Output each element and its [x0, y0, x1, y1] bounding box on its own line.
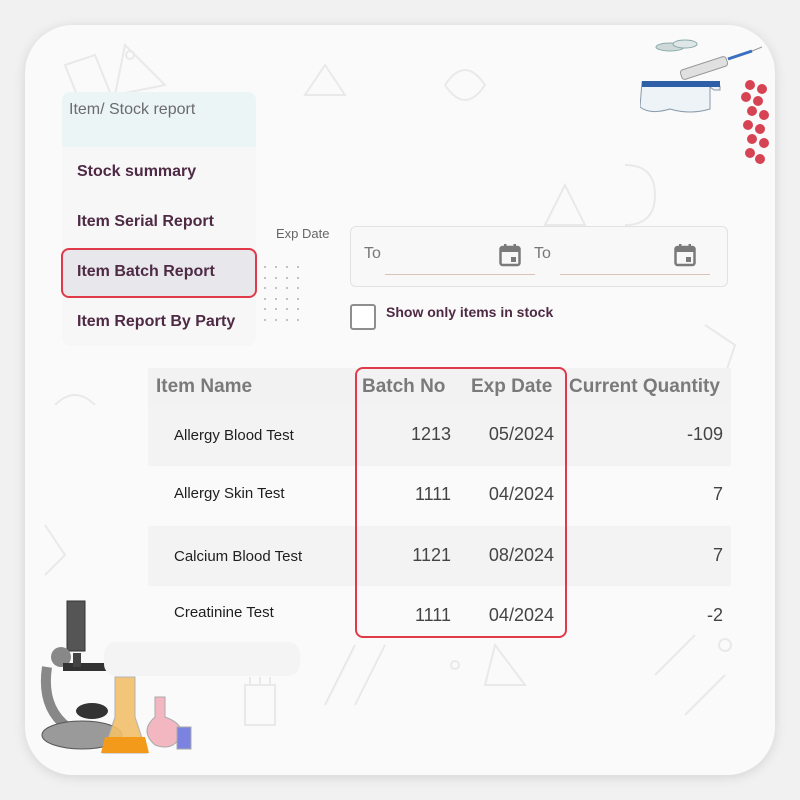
dna-helix-icon: [741, 80, 769, 164]
dot: [275, 276, 277, 279]
cell-item-name: Allergy Skin Test: [174, 485, 285, 502]
flask-icon: [101, 676, 192, 754]
empty-row-placeholder: [104, 642, 300, 676]
table-row[interactable]: Creatinine Test 1111 04/2024 -2: [148, 586, 731, 646]
table-header: Item Name Batch No Exp Date Current Quan…: [148, 368, 731, 406]
dot: [264, 297, 266, 300]
exp-date-range-box: To To: [350, 226, 728, 287]
to-field-label: To: [534, 245, 551, 262]
dot: [286, 297, 288, 300]
dot: [264, 266, 266, 268]
table-row[interactable]: Calcium Blood Test 1121 08/2024 7: [148, 526, 731, 586]
dot: [297, 318, 299, 321]
cell-item-name: Calcium Blood Test: [174, 548, 303, 565]
dot: [264, 308, 266, 310]
table-row[interactable]: Allergy Blood Test 1213 05/2024 -109: [148, 406, 731, 466]
cell-item-name: Allergy Blood Test: [174, 427, 294, 444]
calendar-icon[interactable]: [674, 243, 696, 267]
exp-date-to-field[interactable]: To: [534, 227, 729, 287]
menu-item-item-batch-report[interactable]: Item Batch Report: [77, 263, 215, 281]
dot: [286, 287, 288, 289]
dot: [264, 318, 266, 321]
cell-current-quantity: -2: [706, 605, 723, 625]
cell-current-quantity: -109: [686, 424, 723, 444]
cell-exp-date: 05/2024: [488, 424, 554, 444]
dot: [297, 308, 299, 310]
microscope-icon: [40, 600, 123, 750]
cell-batch-no: 1111: [414, 605, 451, 625]
cell-batch-no: 1121: [412, 545, 451, 565]
panel-title: Item/ Stock report: [62, 92, 256, 147]
dot: [275, 287, 277, 289]
syringe-icon: [679, 46, 763, 80]
dot: [297, 287, 299, 289]
menu-item-item-serial-report[interactable]: Item Serial Report: [77, 213, 214, 231]
exp-date-label: Exp Date: [276, 226, 330, 241]
menu-item-stock-summary[interactable]: Stock summary: [77, 163, 196, 181]
cell-exp-date: 04/2024: [488, 484, 554, 504]
dot: [286, 276, 288, 279]
cell-current-quantity: 7: [712, 484, 723, 504]
cell-exp-date: 04/2024: [488, 605, 554, 625]
safety-goggles-icon: [640, 81, 721, 113]
cell-item-name: Creatinine Test: [174, 604, 274, 621]
calendar-icon[interactable]: [499, 243, 521, 267]
in-stock-checkbox[interactable]: [350, 304, 376, 330]
exp-date-from-field[interactable]: To: [351, 227, 536, 287]
dot: [297, 276, 299, 279]
cell-batch-no: 1213: [410, 424, 451, 444]
in-stock-checkbox-label[interactable]: Show only items in stock: [386, 304, 553, 320]
cell-current-quantity: 7: [712, 545, 723, 565]
dot: [264, 287, 266, 289]
cell-batch-no: 1111: [414, 484, 451, 504]
petri-dish-icon: [655, 39, 698, 52]
dot: [275, 318, 277, 321]
column-header-current-quantity[interactable]: Current Quantity: [569, 376, 720, 398]
dot: [286, 266, 288, 268]
dot: [286, 308, 288, 310]
to-field-underline: [560, 274, 710, 275]
dot: [297, 297, 299, 300]
column-header-batch-no[interactable]: Batch No: [362, 376, 445, 398]
cell-exp-date: 08/2024: [488, 545, 554, 565]
dot: [275, 297, 277, 300]
dot: [275, 266, 277, 268]
column-header-exp-date[interactable]: Exp Date: [471, 376, 552, 398]
lab-equipment-illustration: [640, 39, 769, 164]
from-field-underline: [385, 274, 535, 275]
column-header-item-name[interactable]: Item Name: [156, 376, 252, 398]
dot: [275, 308, 277, 310]
dot: [286, 318, 288, 321]
from-field-label: To: [364, 245, 381, 262]
menu-item-item-report-by-party[interactable]: Item Report By Party: [77, 313, 235, 331]
dot: [297, 266, 299, 268]
table-row[interactable]: Allergy Skin Test 1111 04/2024 7: [148, 466, 731, 526]
dot: [264, 276, 266, 279]
